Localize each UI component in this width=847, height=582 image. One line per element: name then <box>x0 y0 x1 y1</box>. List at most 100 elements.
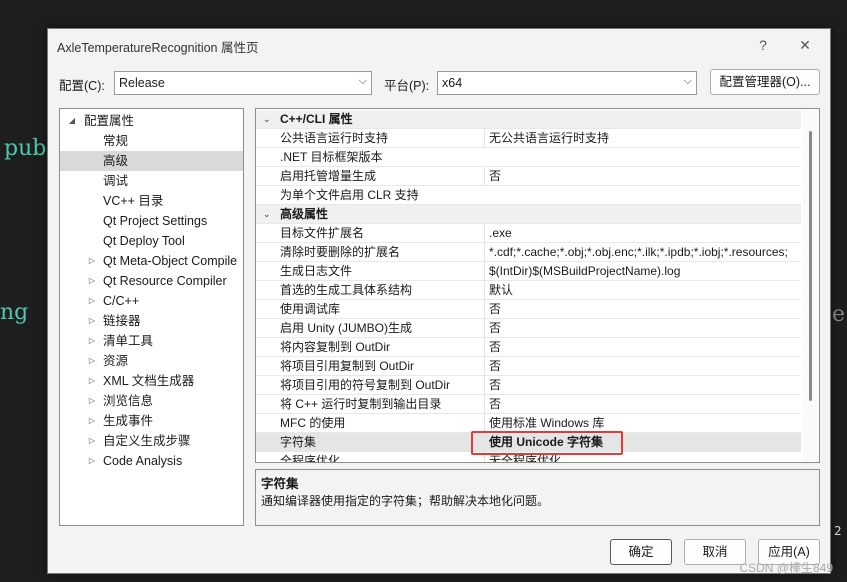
help-icon[interactable]: ? <box>752 35 774 55</box>
property-row[interactable]: 公共语言运行时支持 无公共语言运行时支持 <box>256 129 801 148</box>
background-code-text-2: ng <box>0 300 29 325</box>
property-name: 字符集 <box>280 435 317 449</box>
expand-icon[interactable]: ▷ <box>86 371 98 391</box>
property-row[interactable]: 将项目引用复制到 OutDir 否 <box>256 357 801 376</box>
property-category[interactable]: ⌄ 高级属性 <box>256 205 801 224</box>
tree-item-label: Code Analysis <box>103 454 183 468</box>
chevron-down-icon: ⌵ <box>358 75 367 87</box>
property-value[interactable]: 否 <box>484 395 807 414</box>
tree-item[interactable]: ▷ 生成事件 <box>60 411 243 431</box>
tree-item[interactable]: Qt Deploy Tool <box>60 231 243 251</box>
property-row[interactable]: 清除时要删除的扩展名 *.cdf;*.cache;*.obj;*.obj.enc;… <box>256 243 801 262</box>
config-dropdown[interactable]: Release ⌵ <box>114 71 372 95</box>
tree-item[interactable]: VC++ 目录 <box>60 191 243 211</box>
tree-item[interactable]: 调试 <box>60 171 243 191</box>
dialog-title: AxleTemperatureRecognition 属性页 <box>57 41 259 55</box>
property-value[interactable]: 否 <box>484 300 807 319</box>
platform-label: 平台(P): <box>384 79 430 93</box>
tree-root-config-properties[interactable]: ◢ 配置属性 <box>60 111 243 131</box>
chevron-down-icon: ⌵ <box>683 75 692 87</box>
property-value[interactable]: 否 <box>484 319 807 338</box>
tree-item[interactable]: ▷ XML 文档生成器 <box>60 371 243 391</box>
description-panel: 字符集 通知编译器使用指定的字符集；帮助解决本地化问题。 <box>255 469 820 526</box>
platform-dropdown[interactable]: x64 ⌵ <box>437 71 697 95</box>
tree-item[interactable]: 高级 <box>60 151 243 171</box>
background-line-number: 2 <box>834 524 842 538</box>
tree-item[interactable]: ▷ C/C++ <box>60 291 243 311</box>
config-label: 配置(C): <box>59 79 105 93</box>
tree-item[interactable]: ▷ Qt Resource Compiler <box>60 271 243 291</box>
tree-root-label: 配置属性 <box>84 114 135 128</box>
property-name: MFC 的使用 <box>280 416 346 430</box>
property-value[interactable]: 无公共语言运行时支持 <box>484 129 807 148</box>
property-name: .NET 目标框架版本 <box>280 150 383 164</box>
property-category[interactable]: ⌄ C++/CLI 属性 <box>256 110 801 129</box>
vertical-scrollbar[interactable] <box>803 109 819 462</box>
property-row[interactable]: 启用 Unity (JUMBO)生成否 <box>256 319 801 338</box>
property-name: 公共语言运行时支持 <box>280 131 389 145</box>
scrollbar-thumb[interactable] <box>809 131 812 401</box>
property-value[interactable]: *.cdf;*.cache;*.obj;*.obj.enc;*.ilk;*.ip… <box>484 243 807 262</box>
description-title: 字符集 <box>261 477 299 491</box>
expand-icon[interactable]: ▷ <box>86 391 98 411</box>
expand-icon[interactable]: ▷ <box>86 411 98 431</box>
tree-item-label: 自定义生成步骤 <box>103 434 191 448</box>
property-row[interactable]: 为单个文件启用 CLR 支持 <box>256 186 801 205</box>
tree-item[interactable]: ▷ Code Analysis <box>60 451 243 471</box>
collapse-icon[interactable]: ◢ <box>66 111 78 131</box>
property-value[interactable]: $(IntDir)$(MSBuildProjectName).log <box>484 262 807 281</box>
expand-icon[interactable]: ▷ <box>86 271 98 291</box>
property-row[interactable]: 将 C++ 运行时复制到输出目录否 <box>256 395 801 414</box>
property-value[interactable]: .exe <box>484 224 807 243</box>
tree-item[interactable]: ▷ 浏览信息 <box>60 391 243 411</box>
tree-item[interactable]: ▷ 自定义生成步骤 <box>60 431 243 451</box>
expand-icon[interactable]: ▷ <box>86 431 98 451</box>
configuration-manager-button[interactable]: 配置管理器(O)... <box>710 69 820 95</box>
property-name: C++/CLI 属性 <box>280 112 353 126</box>
tree-item[interactable]: ▷ 清单工具 <box>60 331 243 351</box>
expand-icon[interactable]: ▷ <box>86 451 98 471</box>
configuration-bar: 配置(C): Release ⌵ 平台(P): x64 ⌵ 配置管理器(O)..… <box>48 69 830 99</box>
background-code-text: pub <box>4 136 47 161</box>
tree-item[interactable]: ▷ 资源 <box>60 351 243 371</box>
property-value[interactable]: 否 <box>484 357 807 376</box>
property-row[interactable]: 首选的生成工具体系结构 默认 <box>256 281 801 300</box>
collapse-icon[interactable]: ⌄ <box>263 205 271 224</box>
expand-icon[interactable]: ▷ <box>86 291 98 311</box>
tree-item-label: 浏览信息 <box>103 394 154 408</box>
tree-item[interactable]: 常规 <box>60 131 243 151</box>
property-name: 将项目引用复制到 OutDir <box>280 359 415 373</box>
property-pages-dialog: AxleTemperatureRecognition 属性页 ? ✕ 配置(C)… <box>47 28 831 574</box>
property-name: 启用托管增量生成 <box>280 169 377 183</box>
expand-icon[interactable]: ▷ <box>86 351 98 371</box>
property-row[interactable]: 使用调试库否 <box>256 300 801 319</box>
property-value[interactable]: 否 <box>484 338 807 357</box>
property-tree: ◢ 配置属性 常规 高级 调试 VC++ 目录 Qt Project Settings Q… <box>59 108 244 526</box>
property-name: 为单个文件启用 CLR 支持 <box>280 188 419 202</box>
background-code-text-3: e <box>832 302 846 327</box>
tree-item-label: 常规 <box>103 134 129 148</box>
tree-item-label: Qt Resource Compiler <box>103 274 227 288</box>
expand-icon[interactable]: ▷ <box>86 251 98 271</box>
tree-item[interactable]: ▷ Qt Meta-Object Compile <box>60 251 243 271</box>
property-value[interactable]: 否 <box>484 376 807 395</box>
property-row[interactable]: 将项目引用的符号复制到 OutDir 否 <box>256 376 801 395</box>
property-row[interactable]: 将内容复制到 OutDir 否 <box>256 338 801 357</box>
tree-item-label: C/C++ <box>103 294 140 308</box>
tree-item-label: 高级 <box>103 154 129 168</box>
property-value[interactable]: 默认 <box>484 281 807 300</box>
tree-item[interactable]: Qt Project Settings <box>60 211 243 231</box>
property-row[interactable]: 启用托管增量生成否 <box>256 167 801 186</box>
expand-icon[interactable]: ▷ <box>86 331 98 351</box>
expand-icon[interactable]: ▷ <box>86 311 98 331</box>
property-row[interactable]: .NET 目标框架版本 <box>256 148 801 167</box>
highlight-box <box>471 431 623 455</box>
property-value[interactable]: 否 <box>484 167 807 186</box>
tree-item[interactable]: ▷ 链接器 <box>60 311 243 331</box>
close-icon[interactable]: ✕ <box>794 35 816 55</box>
cancel-button[interactable]: 取消 <box>684 539 746 565</box>
ok-button[interactable]: 确定 <box>610 539 672 565</box>
collapse-icon[interactable]: ⌄ <box>263 110 271 129</box>
property-row[interactable]: 生成日志文件 $(IntDir)$(MSBuildProjectName).log <box>256 262 801 281</box>
property-row[interactable]: 目标文件扩展名 .exe <box>256 224 801 243</box>
